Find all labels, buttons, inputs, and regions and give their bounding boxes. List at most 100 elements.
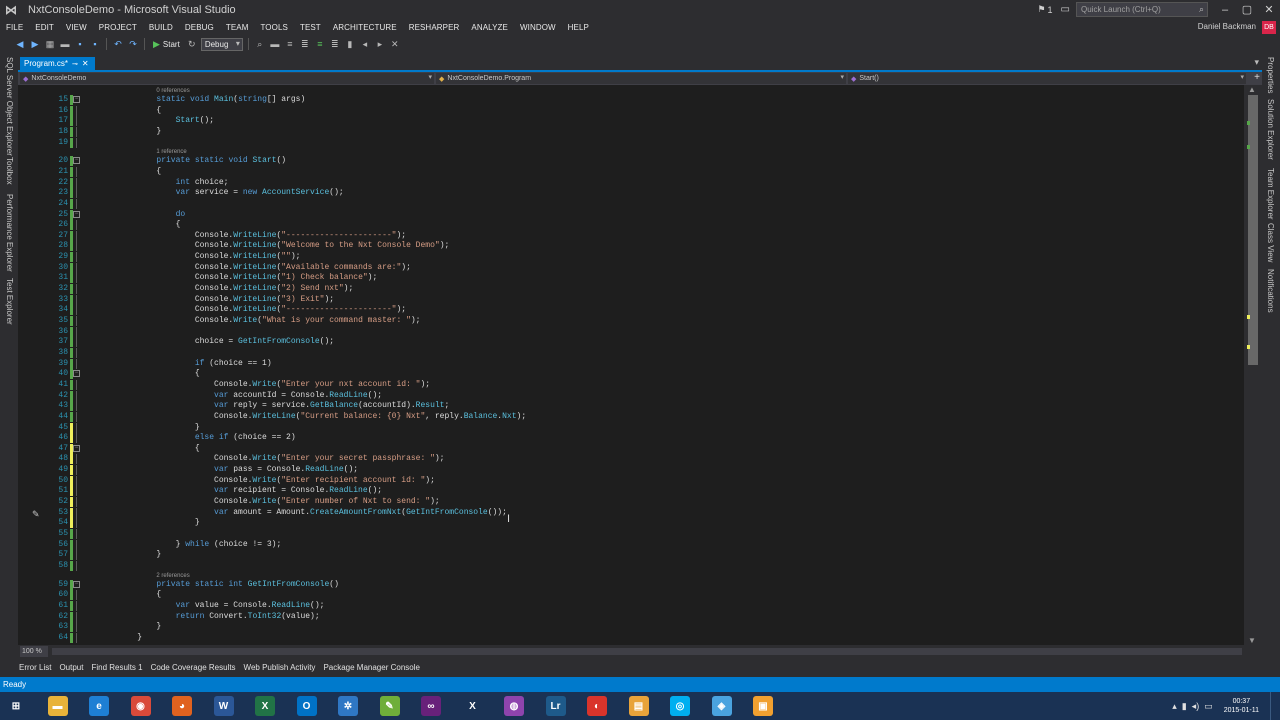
code-line[interactable]: 32 Console.WriteLine("2) Send nxt");: [18, 284, 1244, 295]
code-line[interactable]: 37 choice = GetIntFromConsole();: [18, 337, 1244, 348]
photos-icon[interactable]: ▣: [753, 696, 773, 716]
bookmark-icon[interactable]: ▮: [344, 39, 356, 50]
word-icon[interactable]: W: [213, 696, 234, 716]
close-window-button[interactable]: ✕: [1258, 0, 1280, 19]
menu-build[interactable]: BUILD: [143, 23, 179, 32]
tab-performance-explorer[interactable]: Performance Explorer: [5, 194, 14, 272]
code-line[interactable]: 53 var amount = Amount.CreateAmountFromN…: [18, 507, 1244, 518]
menu-test[interactable]: TEST: [294, 23, 327, 32]
code-line[interactable]: 16 {: [18, 105, 1244, 116]
split-editor-icon[interactable]: +: [1254, 72, 1260, 83]
tab-code-coverage-results[interactable]: Code Coverage Results: [148, 663, 239, 672]
user-name[interactable]: Daniel Backman: [1198, 22, 1256, 31]
code-line[interactable]: 61 var value = Console.ReadLine();: [18, 600, 1244, 611]
code-lens-references[interactable]: 2 references: [156, 572, 189, 580]
collapse-icon[interactable]: −: [73, 444, 80, 452]
folder-icon[interactable]: ▬: [269, 39, 281, 49]
clock[interactable]: 00:37 2015-01-11: [1224, 697, 1259, 715]
scroll-down-icon[interactable]: ▼: [1248, 636, 1256, 645]
keyboard-icon[interactable]: ▭: [1204, 701, 1213, 712]
collapse-icon[interactable]: −: [73, 580, 80, 588]
network-icon[interactable]: ✲: [338, 696, 358, 716]
chevron-up-icon[interactable]: ▴: [1172, 701, 1177, 712]
outdent-icon[interactable]: ≣: [299, 39, 311, 50]
globe-icon[interactable]: ◍: [504, 696, 524, 716]
code-line[interactable]: 23 var service = new AccountService();: [18, 188, 1244, 199]
code-line[interactable]: 22 int choice;: [18, 177, 1244, 188]
tab-find-results[interactable]: Find Results 1: [88, 663, 145, 672]
collapse-icon[interactable]: −: [73, 370, 80, 378]
tab-class-view[interactable]: Class View: [1266, 223, 1275, 262]
code-line[interactable]: 36: [18, 326, 1244, 337]
tab-properties[interactable]: Properties: [1266, 57, 1275, 93]
code-line[interactable]: 39 if (choice == 1): [18, 358, 1244, 369]
tab-solution-explorer[interactable]: Solution Explorer: [1266, 99, 1275, 160]
internet-explorer-icon[interactable]: e: [89, 696, 109, 716]
network-status-icon[interactable]: ▮: [1182, 701, 1187, 712]
solution-configuration-select[interactable]: Debug: [200, 37, 243, 51]
outlook-icon[interactable]: O: [296, 696, 317, 716]
code-line[interactable]: 50 Console.Write("Enter recipient accoun…: [18, 475, 1244, 486]
clear-bookmarks-icon[interactable]: ✕: [389, 39, 401, 50]
menu-team[interactable]: TEAM: [220, 23, 255, 32]
tab-sql-server-object-explorer[interactable]: SQL Server Object Explorer: [5, 57, 14, 156]
tab-toolbox[interactable]: Toolbox: [5, 157, 14, 185]
chevron-down-icon[interactable]: ▾: [1254, 57, 1259, 68]
member-dropdown[interactable]: ◆ Start() ▾: [848, 73, 1246, 84]
zoom-select[interactable]: 100 %: [20, 646, 48, 657]
folder-icon[interactable]: ▤: [628, 696, 649, 716]
code-line[interactable]: 59− private static int GetIntFromConsole…: [18, 579, 1244, 590]
code-line[interactable]: 19: [18, 137, 1244, 148]
uncomment-icon[interactable]: ≣: [329, 39, 341, 50]
tab-output[interactable]: Output: [56, 663, 86, 672]
code-line[interactable]: 27 Console.WriteLine("------------------…: [18, 230, 1244, 241]
code-line[interactable]: 30 Console.WriteLine("Available commands…: [18, 262, 1244, 273]
code-line[interactable]: 35 Console.Write("What is your command m…: [18, 316, 1244, 326]
code-line[interactable]: 45 }: [18, 422, 1244, 433]
tab-web-publish-activity[interactable]: Web Publish Activity: [241, 663, 319, 672]
code-line[interactable]: 31 Console.WriteLine("1) Check balance")…: [18, 273, 1244, 284]
menu-edit[interactable]: EDIT: [29, 23, 60, 32]
code-line[interactable]: 52 Console.Write("Enter number of Nxt to…: [18, 497, 1244, 508]
menu-file[interactable]: FILE: [0, 23, 29, 32]
skype-icon[interactable]: ◎: [670, 696, 690, 716]
prev-bookmark-icon[interactable]: ◂: [359, 39, 371, 50]
code-line[interactable]: 63 }: [18, 622, 1244, 633]
live-writer-icon[interactable]: Lr: [545, 696, 566, 716]
avatar[interactable]: DB: [1262, 21, 1276, 34]
code-line[interactable]: 44 Console.WriteLine("Current balance: {…: [18, 411, 1244, 422]
menu-architecture[interactable]: ARCHITECTURE: [327, 23, 403, 32]
visual-studio-icon[interactable]: ∞: [421, 696, 441, 716]
save-all-icon[interactable]: ▪: [89, 39, 101, 49]
scroll-up-icon[interactable]: ▲: [1248, 85, 1256, 94]
code-line[interactable]: 51 var recipient = Console.ReadLine();: [18, 486, 1244, 497]
chrome-icon[interactable]: ◉: [130, 696, 151, 716]
volume-icon[interactable]: ◂): [1192, 701, 1200, 712]
type-dropdown[interactable]: ◆ NxtConsoleDemo.Program ▾: [436, 73, 846, 84]
indent-icon[interactable]: ≡: [284, 39, 296, 49]
notifications-flag[interactable]: ⚑ 1: [1037, 4, 1052, 15]
code-line[interactable]: 48 Console.Write("Enter your secret pass…: [18, 454, 1244, 465]
menu-view[interactable]: VIEW: [60, 23, 93, 32]
project-dropdown[interactable]: ◆ NxtConsoleDemo ▾: [20, 73, 434, 84]
collapse-icon[interactable]: −: [73, 210, 80, 218]
xamarin-icon[interactable]: X: [462, 696, 483, 716]
forward-icon[interactable]: ▶: [29, 39, 41, 50]
new-project-icon[interactable]: ▦: [44, 39, 56, 50]
comment-icon[interactable]: ≡: [314, 39, 326, 49]
back-icon[interactable]: ◀: [14, 39, 26, 50]
code-lens-references[interactable]: 1 reference: [156, 148, 186, 156]
code-line[interactable]: 28 Console.WriteLine("Welcome to the Nxt…: [18, 241, 1244, 252]
notepad-icon[interactable]: ✎: [379, 696, 400, 716]
tab-team-explorer[interactable]: Team Explorer: [1266, 168, 1275, 220]
tab-test-explorer[interactable]: Test Explorer: [5, 278, 14, 325]
minimize-button[interactable]: –: [1214, 0, 1236, 19]
menu-resharper[interactable]: RESHARPER: [403, 23, 466, 32]
tab-notifications[interactable]: Notifications: [1266, 269, 1275, 313]
code-line[interactable]: 41 Console.Write("Enter your nxt account…: [18, 379, 1244, 390]
code-line[interactable]: 58: [18, 560, 1244, 571]
collapse-icon[interactable]: −: [73, 96, 80, 103]
code-lens-references[interactable]: 0 references: [156, 87, 189, 95]
code-line[interactable]: 57 }: [18, 550, 1244, 561]
code-line[interactable]: 38: [18, 347, 1244, 358]
